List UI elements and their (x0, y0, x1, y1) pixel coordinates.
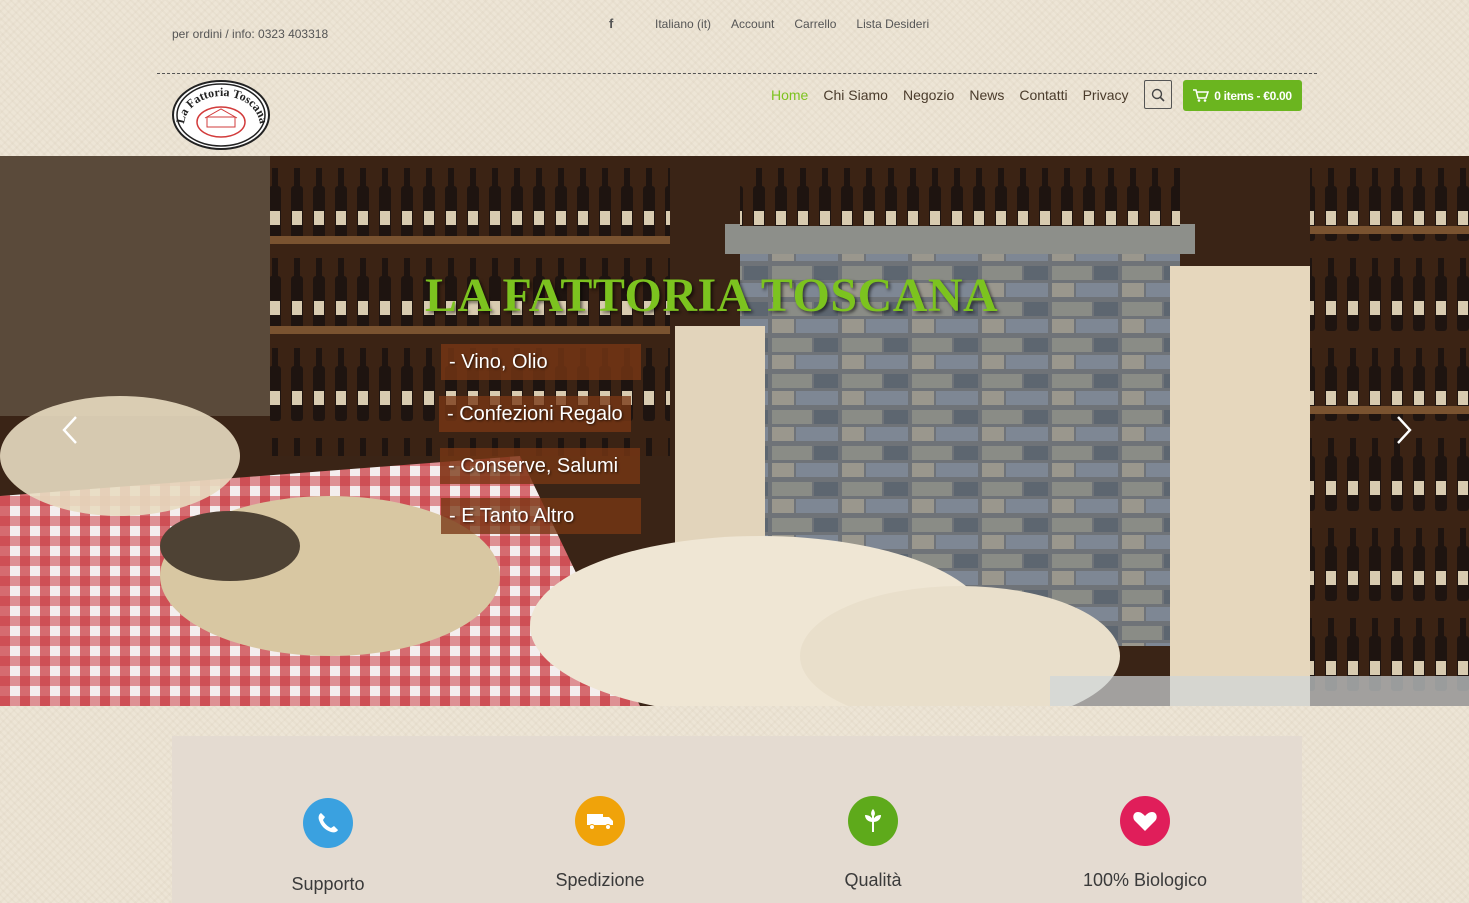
cart-button[interactable]: 0 items - €0.00 (1183, 80, 1302, 111)
facebook-icon[interactable]: f (609, 16, 613, 31)
cart-label: 0 items - €0.00 (1214, 88, 1292, 103)
contact-phone: per ordini / info: 0323 403318 (172, 27, 329, 41)
hero-tag-vino: - Vino, Olio (441, 344, 641, 380)
nav-chi-siamo[interactable]: Chi Siamo (823, 87, 888, 103)
slider-prev-button[interactable] (56, 413, 86, 447)
site-logo[interactable]: La Fattoria Toscana (172, 80, 270, 150)
feature-label: 100% Biologico (1082, 870, 1208, 890)
top-links: Italiano (it) Account Carrello Lista Des… (655, 17, 929, 31)
chevron-left-icon (62, 416, 77, 444)
account-link[interactable]: Account (731, 17, 774, 31)
nav-news[interactable]: News (969, 87, 1004, 103)
cart-icon (1193, 89, 1210, 102)
hero-tag-confezioni: - Confezioni Regalo (439, 396, 631, 432)
language-link[interactable]: Italiano (it) (655, 17, 711, 31)
hero-title: LA FATTORIA TOSCANA (425, 269, 999, 322)
cart-link[interactable]: Carrello (794, 17, 836, 31)
search-icon (1151, 88, 1165, 102)
truck-icon (575, 796, 625, 846)
feature-spedizione: Spedizione (475, 796, 725, 891)
feature-supporto: Supporto (203, 798, 453, 895)
search-button[interactable] (1144, 80, 1172, 109)
slider-next-button[interactable] (1388, 413, 1418, 447)
leaf-icon (848, 796, 898, 846)
nav-negozio[interactable]: Negozio (903, 87, 954, 103)
hero-tag-conserve: - Conserve, Salumi (440, 448, 640, 484)
nav-contatti[interactable]: Contatti (1019, 87, 1067, 103)
hero-slider[interactable]: LA FATTORIA TOSCANA - Vino, Olio - Confe… (0, 156, 1469, 706)
nav-privacy[interactable]: Privacy (1083, 87, 1129, 103)
header-divider (157, 73, 1317, 74)
heart-icon (1120, 796, 1170, 846)
feature-label: Qualità (844, 870, 902, 890)
feature-label: Supporto (291, 874, 365, 894)
hero-image (0, 156, 1469, 706)
feature-biologico: 100% Biologico (1020, 796, 1270, 891)
wishlist-link[interactable]: Lista Desideri (856, 17, 929, 31)
hero-tag-altro: - E Tanto Altro (441, 498, 641, 534)
feature-label: Spedizione (555, 870, 645, 890)
feature-qualita: Qualità (748, 796, 998, 891)
features-section: Supporto Spedizione Qualità 100% Biologi… (172, 736, 1302, 903)
phone-icon (303, 798, 353, 848)
chevron-right-icon (1397, 416, 1412, 444)
main-nav: Home Chi Siamo Negozio News Contatti Pri… (771, 87, 1129, 103)
top-bar: per ordini / info: 0323 403318 f Italian… (0, 0, 1469, 72)
nav-home[interactable]: Home (771, 87, 808, 103)
